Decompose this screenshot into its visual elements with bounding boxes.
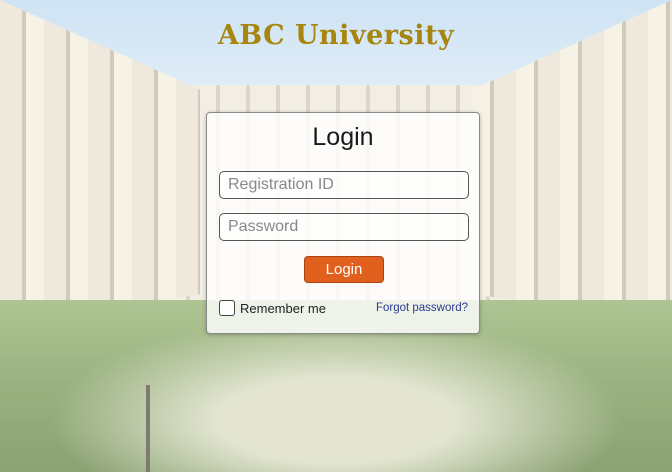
forgot-password-link[interactable]: Forgot password? [376, 302, 468, 314]
remember-me: Remember me [219, 298, 326, 318]
university-title: ABC University [217, 20, 455, 51]
password-input[interactable] [219, 213, 469, 241]
remember-me-checkbox[interactable] [219, 300, 235, 316]
registration-id-input[interactable] [219, 171, 469, 199]
login-heading: Login [312, 123, 374, 151]
login-button[interactable]: Login [304, 256, 384, 283]
remember-me-label: Remember me [240, 300, 326, 316]
login-card: Login Login Remember me Forgot password? [206, 112, 480, 334]
